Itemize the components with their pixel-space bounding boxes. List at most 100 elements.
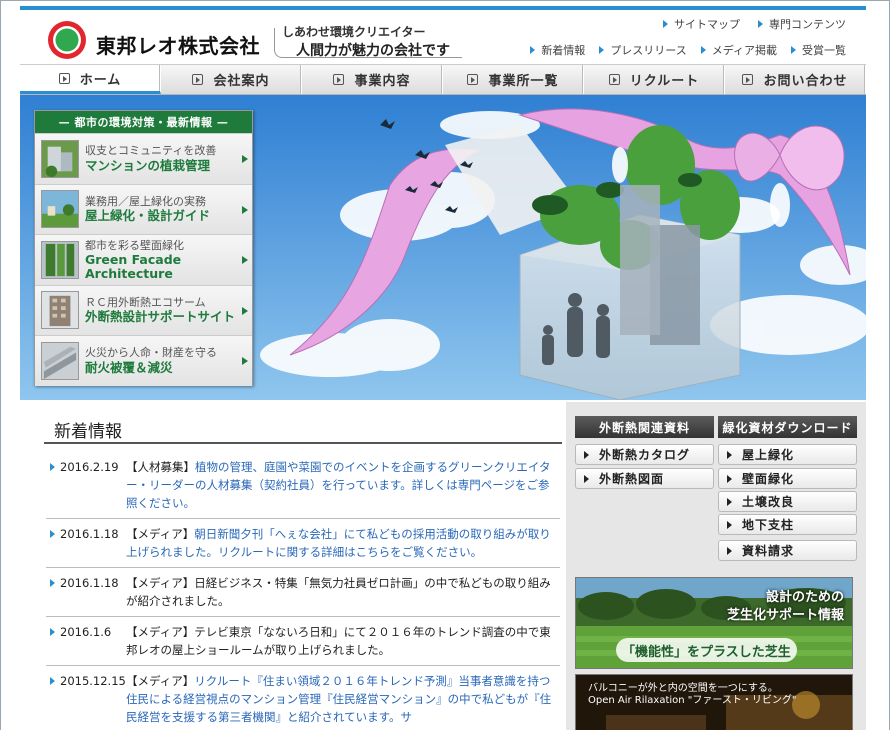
arrow-right-icon xyxy=(700,46,706,54)
balcony-banner[interactable]: バルコニーが外と内の空間を一つにする。 Open Air Rilaxation … xyxy=(575,674,853,730)
arrow-right-icon xyxy=(242,357,248,365)
env-item-insulation[interactable]: ＲＣ用外断熱エコサーム 外断熱設計サポートサイト xyxy=(35,284,252,335)
soil-improvement-button[interactable]: 土壌改良 xyxy=(718,491,857,512)
environment-info-panel: — 都市の環境対策・最新情報 — 収支とコミュニティを改善 マンションの植栽管理 … xyxy=(34,110,253,386)
play-box-icon xyxy=(742,74,754,85)
link-label: メディア掲載 xyxy=(711,44,777,57)
button-label: 資料請求 xyxy=(742,544,795,558)
insulation-catalog-button[interactable]: 外断熱カタログ xyxy=(575,444,714,465)
arrow-right-icon xyxy=(758,20,763,28)
nav-label: 事業内容 xyxy=(354,74,411,89)
arrow-right-icon xyxy=(242,306,248,315)
env-item-fireproof[interactable]: 火災から人命・財産を守る 耐火被覆＆減災 xyxy=(35,335,252,386)
nav-label: お問い合わせ xyxy=(763,74,848,89)
env-item-rooftop[interactable]: 業務用／屋上緑化の実務 屋上緑化・設計ガイド xyxy=(35,183,252,234)
link-sitemap[interactable]: サイトマップ xyxy=(663,16,740,32)
link-label: 受賞一覧 xyxy=(802,44,846,57)
link-media[interactable]: メディア掲載 xyxy=(700,42,777,58)
env-item-sub: 都市を彩る壁面緑化 xyxy=(85,239,184,253)
news-date: 2016.1.6 xyxy=(60,625,112,639)
insulation-drawing-button[interactable]: 外断熱図面 xyxy=(575,468,714,489)
tagline-small: しあわせ環境クリエイター xyxy=(282,25,426,39)
button-label: 外断熱図面 xyxy=(599,472,665,486)
link-special-contents[interactable]: 専門コンテンツ xyxy=(758,16,846,32)
triangle-right-icon xyxy=(727,546,732,555)
rooftop-thumb-icon xyxy=(41,190,79,229)
news-category: 【メディア】 xyxy=(126,527,195,541)
nav-company[interactable]: 会社案内 xyxy=(161,65,302,94)
news-category: 【メディア】 xyxy=(126,576,195,590)
nav-offices[interactable]: 事業所一覧 xyxy=(443,65,584,94)
news-date: 2015.12.15 xyxy=(60,674,126,688)
link-label: プレスリリース xyxy=(610,44,687,57)
triangle-right-icon xyxy=(727,497,732,506)
arrow-right-icon xyxy=(50,628,55,636)
wall-greening-button[interactable]: 壁面緑化 xyxy=(718,468,857,489)
button-label: 外断熱カタログ xyxy=(599,448,691,462)
arrow-right-icon xyxy=(50,530,55,538)
rooftop-greening-button[interactable]: 屋上緑化 xyxy=(718,444,857,465)
env-item-title: 屋上緑化・設計ガイド xyxy=(85,208,211,224)
underground-support-button[interactable]: 地下支柱 xyxy=(718,514,857,535)
turf-banner-line2: 芝生化サポート情報 xyxy=(726,608,844,623)
nav-recruit[interactable]: リクルート xyxy=(584,65,725,94)
news-date: 2016.1.18 xyxy=(60,527,119,541)
env-item-sub: ＲＣ用外断熱エコサーム xyxy=(85,295,206,309)
tagline-main: 人間力が魅力の会社です xyxy=(296,43,450,59)
nav-business[interactable]: 事業内容 xyxy=(302,65,443,94)
nav-contact[interactable]: お問い合わせ xyxy=(725,65,866,94)
news-category: 【メディア】 xyxy=(126,674,195,688)
button-label: 土壌改良 xyxy=(742,495,795,509)
play-box-icon xyxy=(58,72,70,84)
news-item: 2016.1.6 【メディア】テレビ東京「なないろ日和」にて２０１６年のトレンド… xyxy=(46,617,560,666)
triangle-right-icon xyxy=(584,450,589,459)
env-item-sub: 収支とコミュニティを改善 xyxy=(85,144,217,158)
link-label: 新着情報 xyxy=(541,44,586,57)
nav-label: 会社案内 xyxy=(213,74,270,89)
company-name[interactable]: 東邦レオ株式会社 xyxy=(96,30,260,59)
env-item-green-facade[interactable]: 都市を彩る壁面緑化 Green Facade Architecture xyxy=(35,234,252,285)
env-item-title: マンションの植栽管理 xyxy=(85,157,211,173)
turf-support-banner[interactable]: 設計のための 芝生化サポート情報 「機能性」をプラスした芝生 xyxy=(575,577,853,669)
news-date: 2016.2.19 xyxy=(60,460,119,474)
nav-home[interactable]: ホーム xyxy=(20,65,161,94)
download-sidebar: 外断熱関連資料 緑化資材ダウンロード 外断熱カタログ 外断熱図面 屋上緑化 壁面… xyxy=(566,402,866,730)
button-label: 壁面緑化 xyxy=(742,472,795,486)
arrow-right-icon xyxy=(791,46,796,54)
nav-label: ホーム xyxy=(79,72,122,88)
triangle-right-icon xyxy=(727,474,732,483)
link-news[interactable]: 新着情報 xyxy=(530,42,585,58)
link-press-release[interactable]: プレスリリース xyxy=(599,42,687,58)
facade-thumb-icon xyxy=(41,240,79,279)
button-label: 屋上緑化 xyxy=(742,448,795,462)
arrow-right-icon xyxy=(50,579,55,587)
arrow-right-icon xyxy=(530,46,536,54)
play-box-icon xyxy=(608,74,620,85)
env-item-mansion[interactable]: 収支とコミュニティを改善 マンションの植栽管理 xyxy=(35,133,252,184)
play-box-icon xyxy=(467,74,479,85)
link-awards[interactable]: 受賞一覧 xyxy=(791,42,846,58)
arrow-right-icon xyxy=(50,677,55,685)
news-item: 2016.1.18 【メディア】朝日新聞夕刊「へぇな会社」にて私どもの採用活動の… xyxy=(46,519,560,568)
play-box-icon xyxy=(192,74,204,85)
env-item-title: 外断熱設計サポートサイト xyxy=(85,309,236,325)
news-heading: 新着情報 xyxy=(54,422,122,442)
news-list: 2016.2.19 【人材募集】植物の管理、庭園や菜園でのイベントを企画するグリ… xyxy=(46,452,560,730)
triangle-right-icon xyxy=(727,450,732,459)
sub-links: 新着情報 プレスリリース メディア掲載 受賞一覧 xyxy=(530,42,846,58)
nav-label: リクルート xyxy=(629,74,700,89)
request-documents-button[interactable]: 資料請求 xyxy=(718,540,857,561)
arrow-right-icon xyxy=(599,46,605,54)
company-logo-icon[interactable] xyxy=(47,20,87,60)
global-nav: ホーム 会社案内 事業内容 事業所一覧 リクルート お問い合わせ xyxy=(20,64,866,95)
greening-docs-heading: 緑化資材ダウンロード xyxy=(718,416,857,438)
insulation-thumb-icon xyxy=(41,291,79,330)
play-box-icon xyxy=(333,74,345,85)
top-links: サイトマップ 専門コンテンツ xyxy=(663,16,846,32)
triangle-right-icon xyxy=(727,520,732,529)
news-date: 2016.1.18 xyxy=(60,576,119,590)
news-item: 2016.2.19 【人材募集】植物の管理、庭園や菜園でのイベントを企画するグリ… xyxy=(46,452,560,519)
turf-banner-line1: 設計のための xyxy=(765,590,844,605)
link-label: サイトマップ xyxy=(674,18,740,31)
news-category: 【メディア】 xyxy=(126,625,195,639)
